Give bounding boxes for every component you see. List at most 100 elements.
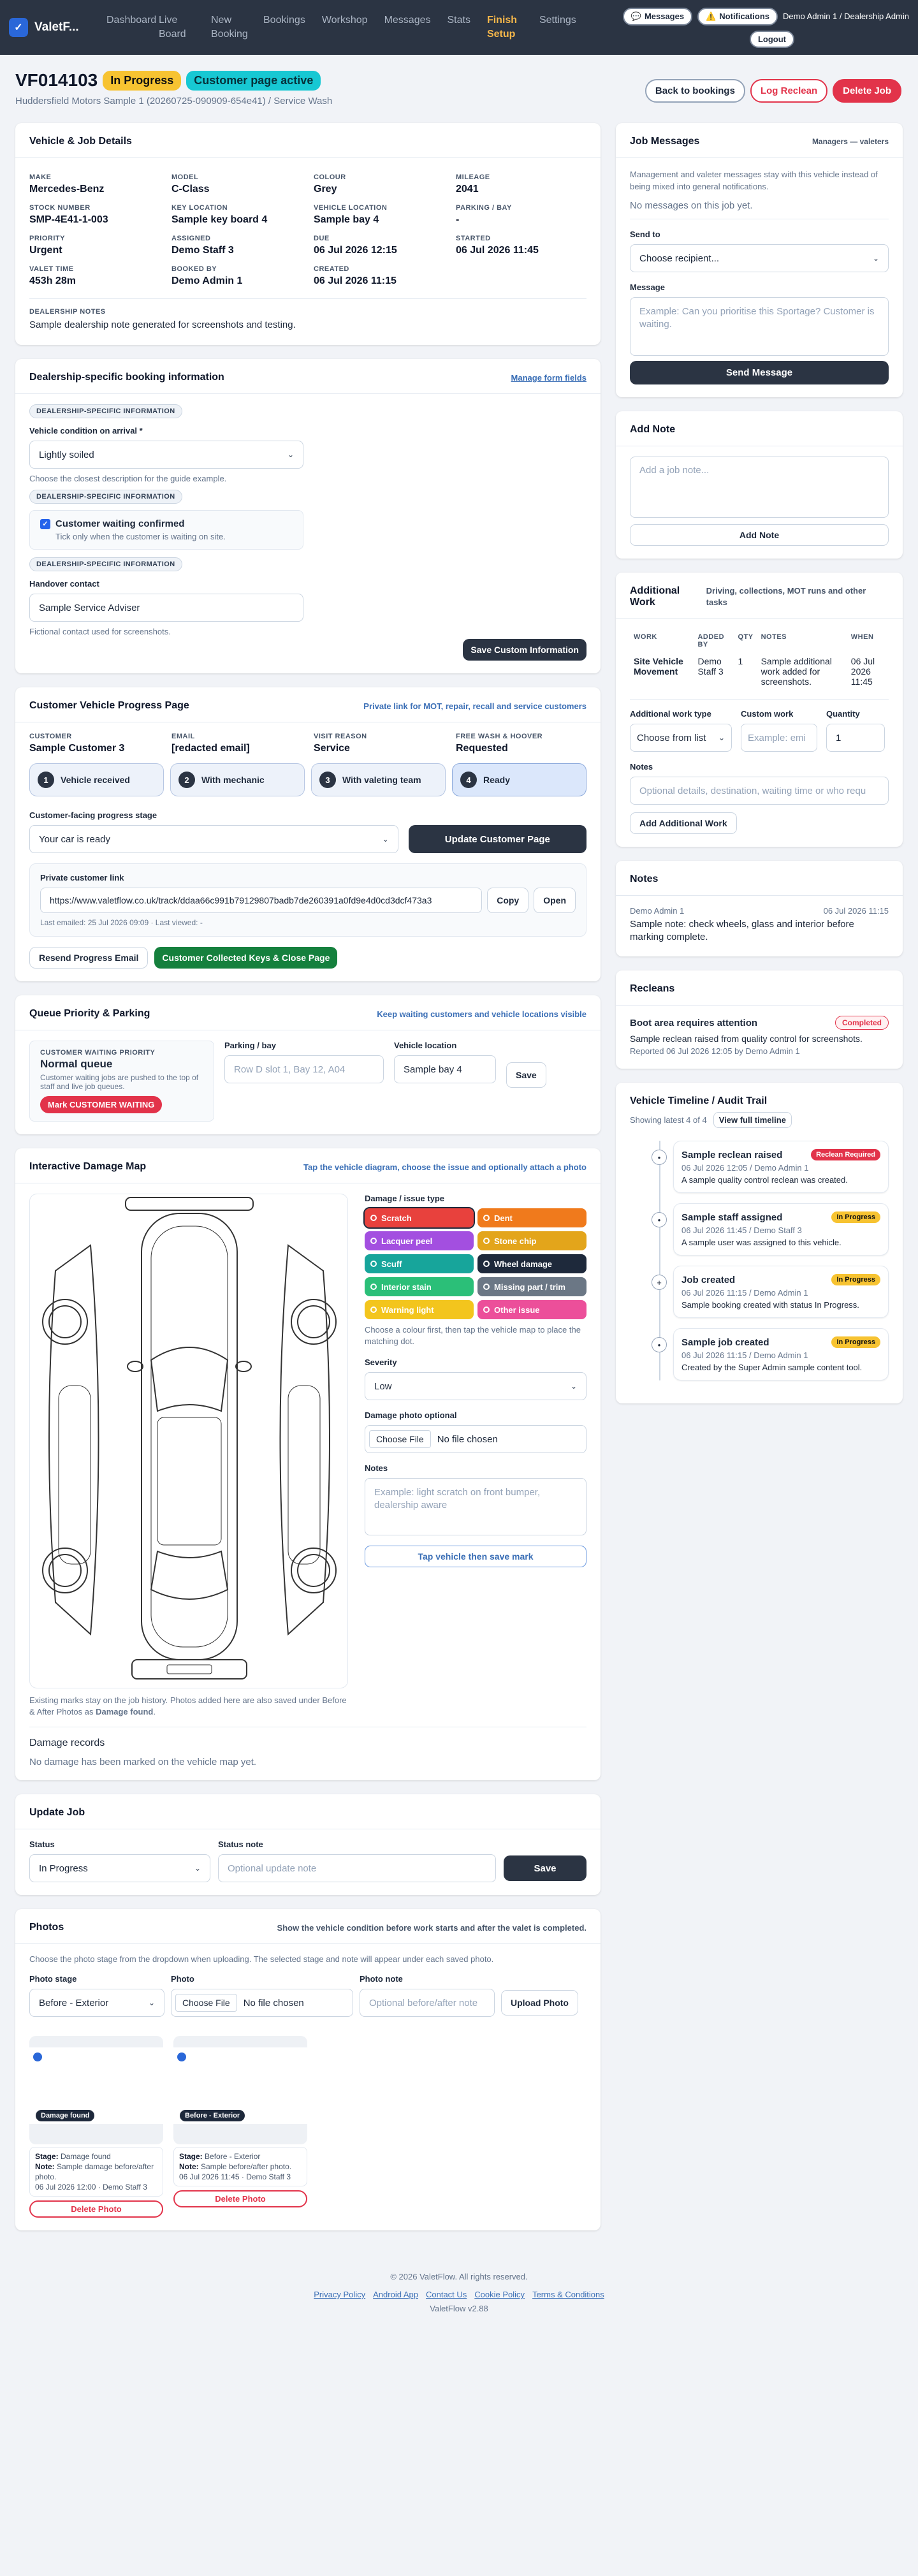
damage-records-title: Damage records [29, 1738, 105, 1748]
photo-thumbnail[interactable]: Before - Exterior [173, 2036, 307, 2144]
cell-work: Site Vehicle Movement [634, 656, 683, 677]
nav-item-dashboard[interactable]: Dashboard [98, 13, 156, 41]
field-value: Demo Staff 3 [171, 245, 234, 256]
progress-stage-select[interactable]: Your car is ready ⌄ [29, 825, 398, 853]
damage-type-lacquer-peel[interactable]: Lacquer peel [365, 1231, 474, 1250]
photo-note-input[interactable]: Optional before/after note [360, 1989, 495, 2017]
stage-label: Customer-facing progress stage [29, 810, 157, 820]
quantity-input[interactable]: 1 [826, 724, 885, 752]
damage-type-wheel-damage[interactable]: Wheel damage [477, 1254, 586, 1273]
damage-type-interior-stain[interactable]: Interior stain [365, 1277, 474, 1296]
damage-type-stone-chip[interactable]: Stone chip [477, 1231, 586, 1250]
damage-type-label: Warning light [381, 1305, 434, 1315]
damage-notes-label: Notes [365, 1463, 388, 1473]
notifications-button[interactable]: ⚠️ Notifications [697, 7, 778, 26]
note-input[interactable]: Add a job note... [630, 457, 889, 518]
message-input[interactable]: Example: Can you prioritise this Sportag… [630, 297, 889, 356]
manage-form-fields-link[interactable]: Manage form fields [511, 373, 586, 383]
damage-type-warning-light[interactable]: Warning light [365, 1300, 474, 1319]
nav-item-live-board[interactable]: Live Board [150, 13, 203, 41]
nav-item-settings[interactable]: Settings [531, 13, 585, 41]
nav-item-messages[interactable]: Messages [376, 13, 439, 41]
save-mark-button[interactable]: Tap vehicle then save mark [365, 1546, 586, 1567]
customer-collected-button[interactable]: Customer Collected Keys & Close Page [154, 947, 338, 969]
footer-link[interactable]: Android App [373, 2290, 418, 2299]
back-to-bookings-button[interactable]: Back to bookings [645, 79, 745, 103]
footer-link[interactable]: Terms & Conditions [532, 2290, 604, 2299]
damage-type-dent[interactable]: Dent [477, 1208, 586, 1227]
choose-file-button[interactable]: Choose File [175, 1994, 237, 2012]
damage-type-label: Wheel damage [494, 1259, 553, 1269]
severity-select[interactable]: Low ⌄ [365, 1372, 586, 1400]
footer-link[interactable]: Cookie Policy [474, 2290, 525, 2299]
parking-input[interactable]: Row D slot 1, Bay 12, A04 [224, 1055, 384, 1083]
job-messages-card: Job Messages Managers — valeters Managem… [616, 123, 903, 397]
copy-link-button[interactable]: Copy [487, 888, 529, 913]
delete-job-button[interactable]: Delete Job [833, 79, 901, 103]
progress-stage-4[interactable]: 4 Ready [452, 763, 586, 796]
photo-item: Before - Exterior Stage: Before - Exterio… [173, 2036, 307, 2218]
save-custom-info-button[interactable]: Save Custom Information [463, 639, 586, 661]
nav-item-finish-setup[interactable]: Finish Setup [479, 13, 531, 41]
field-value: 06 Jul 2026 11:15 [314, 275, 397, 286]
photo-item: Damage found Stage: Damage found Note: Sam… [29, 2036, 163, 2218]
brand[interactable]: ✓ ValetF... [9, 18, 98, 37]
add-note-card: Add Note Add a job note... Add Note [616, 411, 903, 559]
customer-waiting-checkbox[interactable]: ✓ [40, 518, 50, 529]
progress-stage-3[interactable]: 3 With valeting team [311, 763, 446, 796]
footer-link[interactable]: Privacy Policy [314, 2290, 365, 2299]
condition-select[interactable]: Lightly soiled ⌄ [29, 441, 303, 469]
severity-label: Severity [365, 1358, 397, 1367]
resend-email-button[interactable]: Resend Progress Email [29, 947, 149, 969]
stage-number: 1 [38, 772, 54, 788]
save-parking-button[interactable]: Save [506, 1062, 546, 1088]
status-select[interactable]: In Progress ⌄ [29, 1854, 210, 1882]
photo-file-input[interactable]: Choose File No file chosen [171, 1989, 353, 2017]
timeline-item: Sample staff assigned In Progress 06 Jul 2… [673, 1203, 889, 1255]
column-header: WHEN [850, 633, 874, 641]
location-input[interactable]: Sample bay 4 [394, 1055, 496, 1083]
nav-item-workshop[interactable]: Workshop [314, 13, 376, 41]
logout-button[interactable]: Logout [749, 30, 794, 48]
handover-input[interactable]: Sample Service Adviser [29, 594, 303, 622]
save-status-button[interactable]: Save [504, 1855, 586, 1881]
delete-photo-button[interactable]: Delete Photo [173, 2190, 307, 2207]
mark-customer-waiting-button[interactable]: Mark CUSTOMER WAITING [40, 1096, 163, 1113]
upload-photo-button[interactable]: Upload Photo [501, 1990, 578, 2016]
messages-button[interactable]: 💬 Messages [622, 7, 693, 26]
dealership-notes-label: DEALERSHIP NOTES [29, 308, 106, 316]
damage-type-help: Choose a colour first, then tap the vehi… [365, 1325, 581, 1346]
recipient-select[interactable]: Choose recipient... ⌄ [630, 244, 889, 272]
photo-stage-value: Before - Exterior [39, 1997, 109, 2009]
footer-link[interactable]: Contact Us [426, 2290, 467, 2299]
progress-stage-2[interactable]: 2 With mechanic [170, 763, 305, 796]
view-full-timeline-button[interactable]: View full timeline [713, 1112, 792, 1128]
nav-item-bookings[interactable]: Bookings [255, 13, 314, 41]
work-type-select[interactable]: Choose from list ⌄ [630, 724, 732, 752]
damage-type-missing-part-trim[interactable]: Missing part / trim [477, 1277, 586, 1296]
nav-item-stats[interactable]: Stats [439, 13, 478, 41]
open-link-button[interactable]: Open [534, 888, 576, 913]
damage-notes-input[interactable]: Example: light scratch on front bumper, … [365, 1478, 586, 1535]
customer-link-input[interactable]: https://www.valetflow.co.uk/track/ddaa66… [40, 888, 483, 913]
custom-work-input[interactable]: Example: emi [741, 724, 817, 752]
add-note-button[interactable]: Add Note [630, 524, 889, 546]
nav-item-new-booking[interactable]: New Booking [203, 13, 255, 41]
damage-photo-input[interactable]: Choose File No file chosen [365, 1425, 586, 1453]
damage-type-scratch[interactable]: Scratch [363, 1207, 475, 1229]
progress-stage-1[interactable]: 1 Vehicle received [29, 763, 164, 796]
update-customer-page-button[interactable]: Update Customer Page [408, 825, 586, 853]
add-additional-work-button[interactable]: Add Additional Work [630, 812, 737, 834]
additional-notes-input[interactable]: Optional details, destination, waiting t… [630, 777, 889, 805]
delete-photo-button[interactable]: Delete Photo [29, 2200, 163, 2218]
vehicle-diagram[interactable] [29, 1194, 348, 1688]
photo-stage-label: Photo stage [29, 1974, 77, 1984]
status-note-input[interactable]: Optional update note [218, 1854, 496, 1882]
photo-stage-select[interactable]: Before - Exterior ⌄ [29, 1989, 164, 2017]
log-reclean-button[interactable]: Log Reclean [750, 79, 828, 103]
send-message-button[interactable]: Send Message [630, 361, 889, 384]
choose-file-button[interactable]: Choose File [369, 1430, 431, 1448]
damage-type-scuff[interactable]: Scuff [365, 1254, 474, 1273]
photo-thumbnail[interactable]: Damage found [29, 2036, 163, 2144]
damage-type-other-issue[interactable]: Other issue [477, 1300, 586, 1319]
